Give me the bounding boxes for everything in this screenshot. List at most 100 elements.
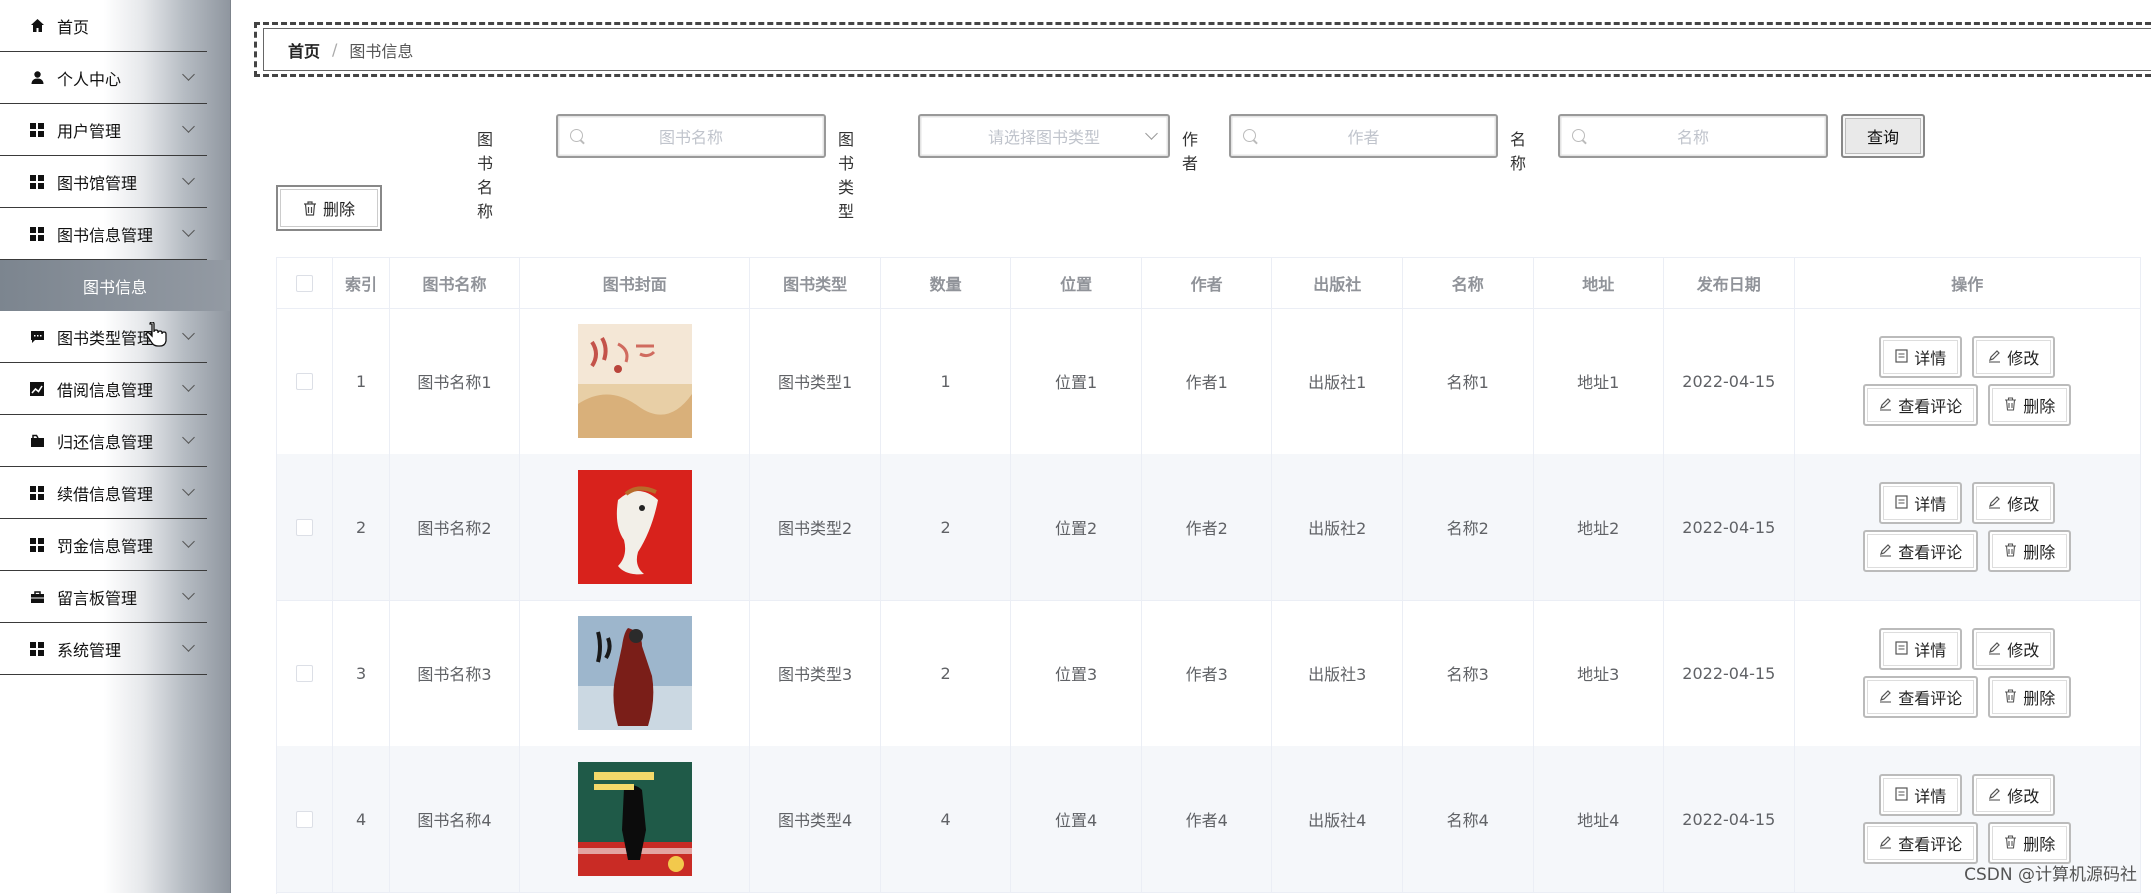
sidebar-item-label: 个人中心: [57, 69, 122, 89]
sidebar-item-label: 留言板管理: [57, 588, 138, 608]
sidebar-item-0[interactable]: 首页: [0, 0, 207, 52]
detail-button-label: 详情: [1914, 641, 1947, 660]
column-header[interactable]: 数量: [881, 258, 1012, 308]
edit-button[interactable]: 修改: [1972, 336, 2056, 378]
column-header[interactable]: 地址: [1534, 258, 1665, 308]
trash-icon: [2004, 542, 2017, 561]
cell-book-name: 图书名称4: [390, 746, 521, 892]
row-checkbox[interactable]: [296, 810, 314, 828]
detail-button[interactable]: 详情: [1879, 774, 1963, 816]
sidebar-subitem-label: 图书信息: [82, 277, 147, 297]
row-checkbox[interactable]: [296, 372, 314, 390]
column-header[interactable]: 发布日期: [1664, 258, 1795, 308]
delete-button[interactable]: 删除: [1988, 822, 2072, 864]
grid-icon: [29, 122, 45, 138]
author-input[interactable]: 作者: [1229, 114, 1498, 158]
book-type-select[interactable]: 请选择图书类型: [918, 114, 1170, 158]
sidebar-item-3[interactable]: 图书馆管理: [0, 156, 207, 208]
sidebar-item-2[interactable]: 用户管理: [0, 104, 207, 156]
book-cover-image: [577, 470, 692, 584]
cell-name: 名称1: [1403, 308, 1534, 454]
sidebar-item-6[interactable]: 借阅信息管理: [0, 363, 207, 415]
edit-icon: [1879, 834, 1892, 853]
view-comments-button[interactable]: 查看评论: [1863, 822, 1979, 864]
delete-button[interactable]: 删除: [1988, 384, 2072, 426]
column-header[interactable]: 位置: [1011, 258, 1142, 308]
sidebar-item-1[interactable]: 个人中心: [0, 52, 207, 104]
cell-date: 2022-04-15: [1664, 746, 1795, 892]
edit-icon: [1988, 786, 2001, 805]
sidebar-item-label: 罚金信息管理: [57, 536, 154, 556]
delete-button[interactable]: 删除: [1988, 676, 2072, 718]
row-checkbox[interactable]: [296, 518, 314, 536]
cell-location: 位置4: [1011, 746, 1142, 892]
chevron-down-icon: [182, 379, 195, 392]
trash-icon: [2004, 396, 2017, 415]
chevron-down-icon: [182, 68, 195, 81]
bulk-delete-label: 删除: [322, 200, 355, 219]
edit-button[interactable]: 修改: [1972, 774, 2056, 816]
breadcrumb-home[interactable]: 首页: [288, 38, 320, 62]
select-all-checkbox[interactable]: [296, 274, 314, 292]
book-name-input[interactable]: 图书名称: [556, 114, 826, 158]
column-header[interactable]: 索引: [333, 258, 390, 308]
edit-icon: [1879, 396, 1892, 415]
query-button[interactable]: 查询: [1841, 114, 1925, 158]
view-comments-button-label: 查看评论: [1898, 397, 1963, 416]
column-header[interactable]: 操作: [1795, 258, 2141, 308]
edit-button-label: 修改: [2007, 641, 2040, 660]
sidebar-item-11[interactable]: 系统管理: [0, 623, 207, 675]
cell-index: 2: [333, 454, 390, 600]
book-type-placeholder: 请选择图书类型: [987, 128, 1100, 147]
column-header[interactable]: 图书封面: [520, 258, 751, 308]
sidebar-item-4[interactable]: 图书信息管理: [0, 208, 207, 260]
detail-button[interactable]: 详情: [1879, 628, 1963, 670]
table-row: 4 图书名称4 图书类型4 4 位置4 作者4 出版社4 名称4 地址4 2022-04-15 详情…: [277, 746, 2141, 893]
edit-icon: [1988, 348, 2001, 367]
view-comments-button[interactable]: 查看评论: [1863, 384, 1979, 426]
breadcrumb-separator: /: [332, 40, 338, 59]
sidebar-subitem-book-info[interactable]: 图书信息: [0, 260, 230, 311]
cell-publisher: 出版社4: [1272, 746, 1403, 892]
sidebar-item-9[interactable]: 罚金信息管理: [0, 519, 207, 571]
breadcrumb-container: 首页 / 图书信息: [254, 22, 2151, 77]
name-input[interactable]: 名称: [1558, 114, 1828, 158]
cell-address: 地址3: [1534, 600, 1665, 746]
cell-publisher: 出版社3: [1272, 600, 1403, 746]
column-header[interactable]: 图书名称: [390, 258, 521, 308]
sidebar-item-10[interactable]: 留言板管理: [0, 571, 207, 623]
row-checkbox[interactable]: [296, 664, 314, 682]
chevron-down-icon: [182, 431, 195, 444]
cell-book-type: 图书类型4: [750, 746, 881, 892]
sidebar-item-label: 归还信息管理: [57, 432, 154, 452]
edit-icon: [1988, 640, 2001, 659]
column-header[interactable]: 名称: [1403, 258, 1534, 308]
edit-icon: [1879, 688, 1892, 707]
detail-button[interactable]: 详情: [1879, 336, 1963, 378]
bulk-delete-button[interactable]: 删除: [276, 185, 382, 231]
cell-address: 地址2: [1534, 454, 1665, 600]
detail-button[interactable]: 详情: [1879, 482, 1963, 524]
sidebar-item-7[interactable]: 归还信息管理: [0, 415, 207, 467]
edit-icon: [1879, 542, 1892, 561]
column-header[interactable]: 作者: [1142, 258, 1273, 308]
sidebar-item-8[interactable]: 续借信息管理: [0, 467, 207, 519]
cell-author: 作者1: [1142, 308, 1273, 454]
cell-date: 2022-04-15: [1664, 454, 1795, 600]
delete-button[interactable]: 删除: [1988, 530, 2072, 572]
search-icon: [570, 129, 583, 142]
sidebar-item-label: 图书馆管理: [57, 173, 138, 193]
cell-index: 1: [333, 308, 390, 454]
sidebar-item-5[interactable]: 图书类型管理: [0, 311, 207, 363]
select-cell: [277, 746, 334, 892]
edit-button[interactable]: 修改: [1972, 628, 2056, 670]
column-header[interactable]: 出版社: [1272, 258, 1403, 308]
cell-address: 地址1: [1534, 308, 1665, 454]
select-cell: [277, 454, 334, 600]
view-comments-button[interactable]: 查看评论: [1863, 530, 1979, 572]
edit-button[interactable]: 修改: [1972, 482, 2056, 524]
cell-index: 3: [333, 600, 390, 746]
view-comments-button[interactable]: 查看评论: [1863, 676, 1979, 718]
column-header[interactable]: 图书类型: [750, 258, 881, 308]
edit-icon: [1988, 494, 2001, 513]
